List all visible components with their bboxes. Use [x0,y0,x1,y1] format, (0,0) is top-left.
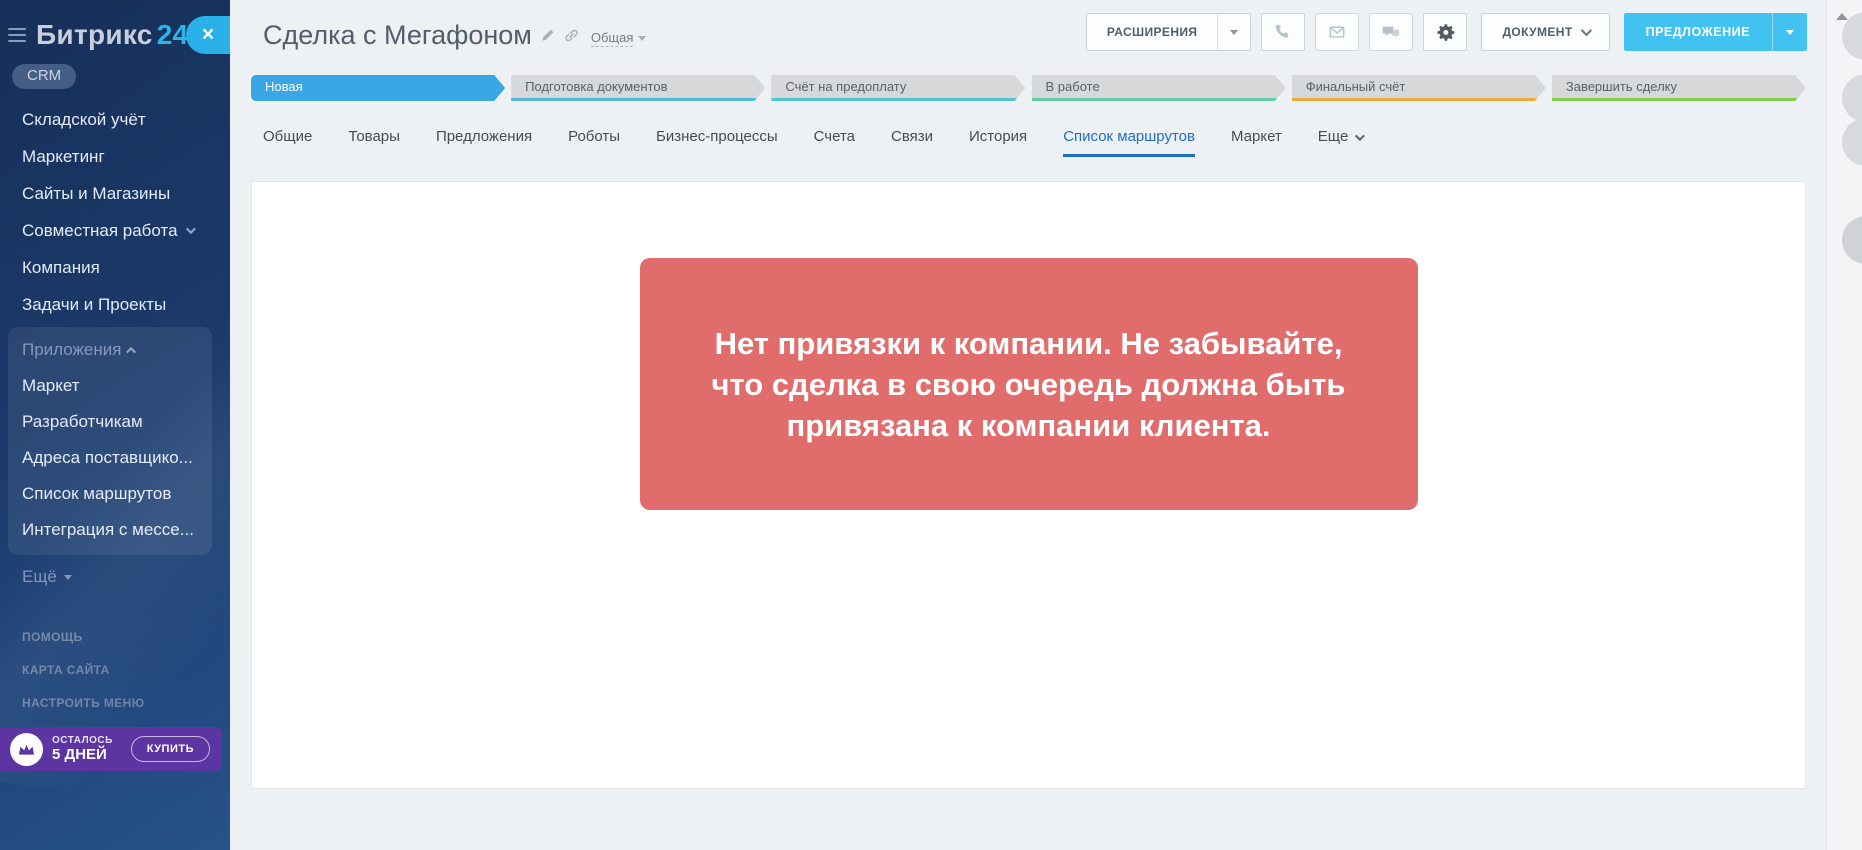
gear-icon [1436,23,1455,42]
chevron-down-icon [1355,131,1365,141]
chevron-down-icon [1580,25,1591,36]
crown-icon [10,733,43,766]
close-icon: × [202,23,214,47]
caret-down-icon [64,575,72,580]
phone-icon [1274,23,1292,41]
page-title: Сделка с Мегафоном [263,20,532,51]
caret-down-icon [638,36,646,41]
apps-group: Приложения Маркет Разработчикам Адреса п… [8,327,212,555]
tab-links[interactable]: Связи [891,122,933,155]
edit-pencil-icon[interactable] [541,28,555,42]
chat-button[interactable] [1369,13,1413,51]
hidden-panel-button[interactable] [1842,74,1862,122]
crm-badge[interactable]: CRM [12,64,76,89]
stage-close-deal[interactable]: Завершить сделку [1552,75,1806,101]
sidebar-item-market[interactable]: Маркет [8,368,212,404]
sidebar-item-marketing[interactable]: Маркетинг [0,138,230,175]
chat-bubbles-icon [1382,23,1400,41]
tab-content-card: Нет привязки к компании. Не забывайте, ч… [251,181,1806,789]
header-toolbar: РАСШИРЕНИЯ [1086,13,1807,51]
sidebar-item-route-list[interactable]: Список маршрутов [8,476,212,512]
right-edge-panel [1826,0,1862,850]
app-logo[interactable]: Битрикс24 [36,19,188,51]
hidden-panel-button[interactable] [1842,216,1862,264]
apps-group-header[interactable]: Приложения [8,332,212,368]
tab-history[interactable]: История [969,122,1027,155]
warning-message: Нет привязки к компании. Не забывайте, ч… [702,323,1356,446]
tab-more[interactable]: Еще [1318,122,1363,155]
stage-final-invoice[interactable]: Финальный счёт [1292,75,1546,101]
stage-prepayment-invoice[interactable]: Счёт на предоплату [771,75,1025,101]
sidebar-item-collaboration[interactable]: Совместная работа [0,212,230,249]
sidebar-item-messenger-integration[interactable]: Интеграция с мессе... [8,512,212,548]
no-company-warning: Нет привязки к компании. Не забывайте, ч… [640,258,1418,510]
hamburger-menu-icon[interactable] [8,28,26,42]
sidebar-nav: Складской учёт Маркетинг Сайты и Магазин… [0,101,230,323]
hidden-panel-button[interactable] [1842,118,1862,166]
chevron-down-icon [186,224,196,234]
extensions-button[interactable]: РАСШИРЕНИЯ [1087,14,1218,50]
deal-stage-bar: Новая Подготовка документов Счёт на пред… [251,75,1806,101]
sidebar-item-warehouse[interactable]: Складской учёт [0,101,230,138]
title-row: Сделка с Мегафоном Общая [263,16,646,54]
extensions-dropdown-button[interactable] [1217,14,1250,50]
chevron-up-icon [127,346,137,356]
tab-quotes[interactable]: Предложения [436,122,532,155]
sidebar-close-button[interactable]: × [186,16,230,54]
email-button[interactable] [1315,13,1359,51]
document-button[interactable]: ДОКУМЕНТ [1481,13,1609,51]
extensions-split-button: РАСШИРЕНИЯ [1086,13,1252,51]
sidebar-more-button[interactable]: Ещё [22,567,230,587]
scroll-up-arrow-icon[interactable] [1836,13,1848,20]
caret-down-icon [1786,30,1794,35]
bitrix24-deal-page: Битрикс24 × CRM Складской учёт Маркетинг… [0,0,1862,850]
stage-document-preparation[interactable]: Подготовка документов [511,75,765,101]
main-area: Сделка с Мегафоном Общая РАСШИРЕНИЯ [230,0,1862,850]
proposal-button[interactable]: ПРЕДЛОЖЕНИЕ [1624,13,1772,51]
settings-button[interactable] [1423,13,1467,51]
caret-down-icon [1230,30,1238,35]
configure-menu-link[interactable]: НАСТРОИТЬ МЕНЮ [0,687,230,720]
proposal-split-button: ПРЕДЛОЖЕНИЕ [1624,13,1807,51]
buy-button[interactable]: КУПИТЬ [131,736,210,762]
sidebar-item-company[interactable]: Компания [0,249,230,286]
tab-business-processes[interactable]: Бизнес-процессы [656,122,778,155]
sitemap-link[interactable]: КАРТА САЙТА [0,654,230,687]
stage-in-progress[interactable]: В работе [1032,75,1286,101]
proposal-dropdown-button[interactable] [1772,13,1807,51]
tab-route-list[interactable]: Список маршрутов [1063,122,1195,155]
help-link[interactable]: ПОМОЩЬ [0,621,230,654]
envelope-icon [1328,23,1346,41]
tab-invoices[interactable]: Счета [814,122,855,155]
deal-tabs: Общие Товары Предложения Роботы Бизнес-п… [263,122,1806,158]
sidebar-item-sites[interactable]: Сайты и Магазины [0,175,230,212]
pipeline-selector[interactable]: Общая [591,30,647,47]
tab-robots[interactable]: Роботы [568,122,620,155]
sidebar: Битрикс24 × CRM Складской учёт Маркетинг… [0,0,230,850]
license-banner: ОСТАЛОСЬ 5 ДНЕЙ КУПИТЬ [0,727,222,771]
sidebar-item-developers[interactable]: Разработчикам [8,404,212,440]
link-icon[interactable] [564,28,579,43]
sidebar-item-supplier-addresses[interactable]: Адреса поставщико... [8,440,212,476]
logo-24: 24 [157,19,189,50]
tab-market[interactable]: Маркет [1231,122,1282,155]
tab-general[interactable]: Общие [263,122,312,155]
call-button[interactable] [1261,13,1305,51]
license-remaining: ОСТАЛОСЬ 5 ДНЕЙ [52,735,131,764]
tab-products[interactable]: Товары [348,122,400,155]
sidebar-item-tasks[interactable]: Задачи и Проекты [0,286,230,323]
stage-new[interactable]: Новая [251,75,505,101]
